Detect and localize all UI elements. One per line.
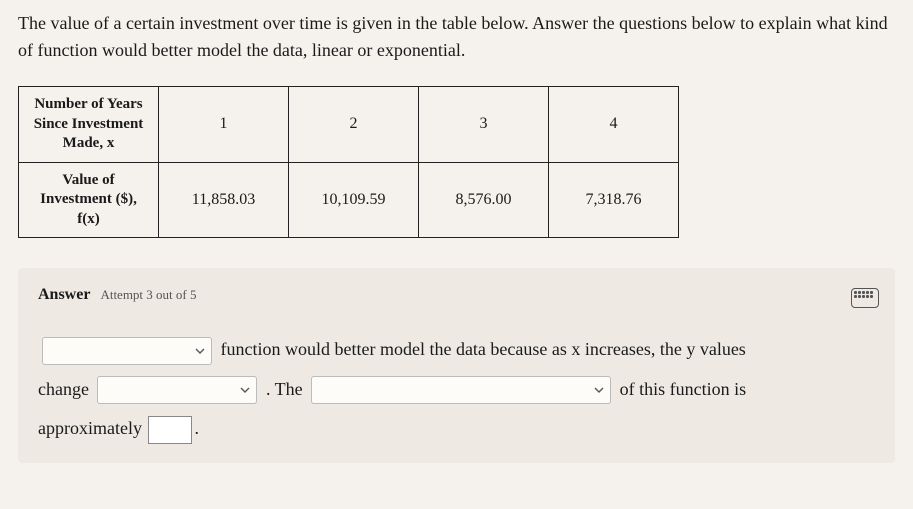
table-row: Value of Investment ($), f(x) 11,858.03 … [19,162,679,238]
cell-fx-3: 8,576.00 [419,162,549,238]
answer-title: Answer [38,286,90,303]
chevron-down-icon [240,385,250,395]
text-fragment: . The [266,379,303,399]
cell-fx-2: 10,109.59 [289,162,419,238]
cell-x-1: 1 [159,87,289,163]
cell-x-3: 3 [419,87,549,163]
text-fragment: change [38,379,89,399]
function-type-select[interactable] [42,337,212,365]
cell-fx-4: 7,318.76 [549,162,679,238]
answer-header: Answer Attempt 3 out of 5 [38,286,875,304]
cell-x-2: 2 [289,87,419,163]
cell-fx-1: 11,858.03 [159,162,289,238]
answer-line-2: change . The of this function is [38,370,875,410]
row-header-x: Number of Years Since Investment Made, x [19,87,159,163]
text-fragment: of this function is [620,379,747,399]
text-fragment: function would better model the data bec… [221,339,746,359]
row-header-fx: Value of Investment ($), f(x) [19,162,159,238]
text-fragment: approximately [38,418,142,438]
answer-panel: Answer Attempt 3 out of 5 function would… [18,268,895,463]
approx-value-input[interactable] [148,416,192,444]
question-prompt: The value of a certain investment over t… [18,10,895,64]
chevron-down-icon [195,346,205,356]
answer-line-3: approximately . [38,409,875,449]
cell-x-4: 4 [549,87,679,163]
answer-line-1: function would better model the data bec… [38,330,875,370]
data-table: Number of Years Since Investment Made, x… [18,86,679,238]
chevron-down-icon [594,385,604,395]
text-fragment: . [194,418,199,438]
keyboard-icon[interactable] [851,288,879,308]
quantity-select[interactable] [311,376,611,404]
attempt-counter: Attempt 3 out of 5 [100,287,196,302]
table-row: Number of Years Since Investment Made, x… [19,87,679,163]
change-type-select[interactable] [97,376,257,404]
